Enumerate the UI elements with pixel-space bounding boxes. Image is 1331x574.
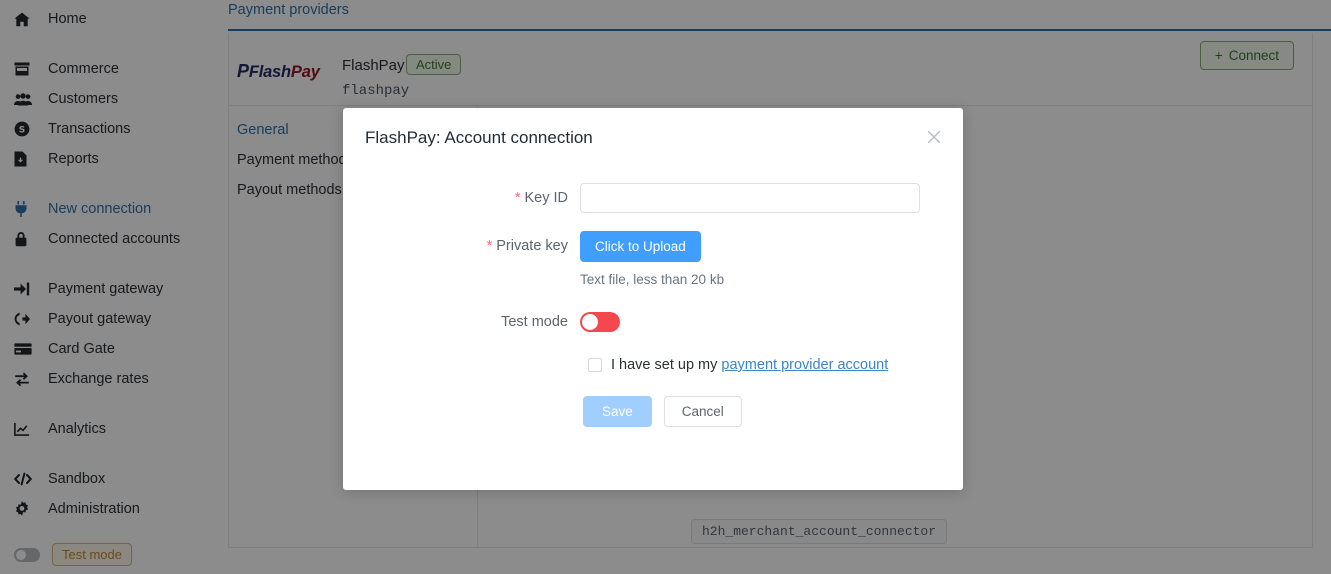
consent-text: I have set up my payment provider accoun… [611, 357, 888, 373]
payment-provider-account-link[interactable]: payment provider account [721, 357, 888, 373]
upload-hint: Text file, less than 20 kb [580, 272, 725, 287]
private-key-label: * Private key [343, 231, 580, 261]
field-row-key-id: * Key ID [343, 183, 963, 213]
dialog-title: FlashPay: Account connection [365, 128, 593, 147]
private-key-field-wrap: Click to Upload Text file, less than 20 … [580, 231, 963, 287]
required-marker: * [514, 190, 521, 206]
field-row-test-mode: Test mode [343, 307, 963, 337]
cancel-button[interactable]: Cancel [663, 396, 742, 427]
connection-form: * Key ID * Private key Click to Upload Tex… [343, 183, 963, 427]
upload-button[interactable]: Click to Upload [580, 231, 701, 262]
key-id-input[interactable] [580, 183, 920, 213]
consent-checkbox[interactable] [588, 358, 602, 372]
key-id-label-text: Key ID [524, 190, 568, 206]
test-mode-field-wrap [580, 307, 963, 332]
account-connection-dialog: FlashPay: Account connection * Key ID * Pr… [343, 108, 963, 490]
consent-text-prefix: I have set up my [611, 357, 718, 373]
private-key-label-text: Private key [496, 238, 568, 254]
key-id-field-wrap [580, 183, 963, 213]
key-id-label: * Key ID [343, 183, 580, 213]
dialog-actions: Save Cancel [343, 396, 963, 427]
save-button[interactable]: Save [583, 396, 652, 427]
close-icon[interactable] [923, 126, 945, 148]
required-marker: * [486, 238, 493, 254]
screen: Home Commerce Customers S Transactions R… [0, 0, 1331, 574]
field-row-private-key: * Private key Click to Upload Text file, … [343, 231, 963, 287]
consent-row: I have set up my payment provider accoun… [343, 357, 963, 373]
test-mode-switch[interactable] [580, 312, 620, 332]
test-mode-label: Test mode [501, 314, 568, 330]
